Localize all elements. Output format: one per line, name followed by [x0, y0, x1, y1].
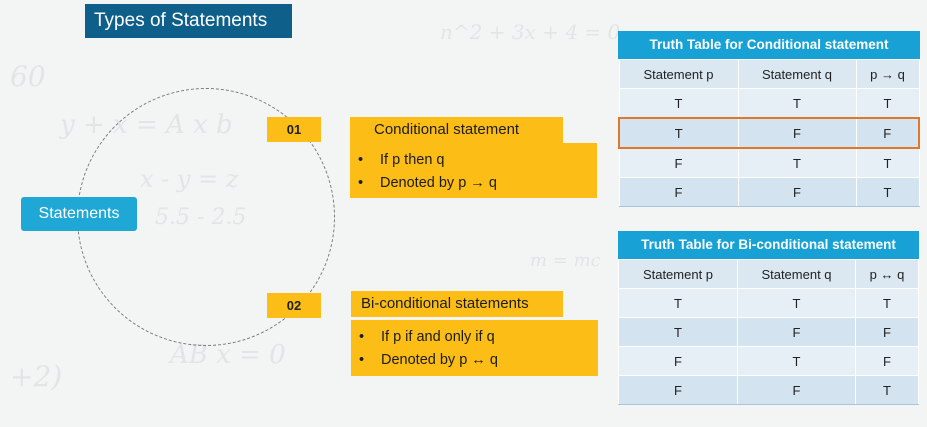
table-row: T F F	[618, 317, 919, 347]
table-cell: T	[737, 346, 856, 376]
table-cell: F	[618, 177, 739, 207]
biconditional-heading: Bi-conditional statements	[351, 291, 563, 317]
highlighted-row: T F F	[618, 117, 920, 149]
table-cell: F	[618, 375, 738, 405]
table-row: F T T	[618, 147, 920, 178]
biconditional-bullets: If p if and only if q Denoted by p ↔ q	[351, 320, 598, 376]
table-title: Truth Table for Conditional statement	[618, 31, 920, 59]
table-cell: T	[855, 88, 920, 119]
table-cell: F	[737, 375, 856, 405]
conditional-heading: Conditional statement	[350, 117, 563, 143]
column-header: Statement p	[618, 259, 738, 289]
table-row: T T T	[618, 288, 919, 318]
table-cell: T	[855, 177, 920, 207]
table-cell: T	[618, 117, 739, 149]
table-cell: T	[855, 147, 920, 178]
table-cell: T	[737, 88, 857, 119]
bullet-item: Denoted by p → q	[358, 172, 597, 195]
table-cell: F	[855, 117, 920, 149]
table-row: T T T	[618, 88, 920, 119]
table-title: Truth Table for Bi-conditional statement	[618, 231, 919, 259]
biconditional-truth-table: Truth Table for Bi-conditional statement…	[618, 231, 919, 405]
table-cell: F	[618, 346, 738, 376]
table-cell: T	[855, 288, 919, 318]
statements-node: Statements	[21, 197, 137, 231]
column-header: Statement p	[618, 59, 739, 89]
table-row: F T F	[618, 346, 919, 376]
table-cell: T	[737, 288, 856, 318]
table-cell: F	[855, 317, 919, 347]
table-cell: T	[618, 317, 738, 347]
table-row: F F T	[618, 177, 920, 207]
conditional-bullets: If p then q Denoted by p → q	[350, 143, 597, 198]
table-cell: F	[618, 147, 739, 178]
column-header: p ↔ q	[855, 259, 919, 289]
column-header: Statement q	[737, 259, 856, 289]
bullet-item: If p then q	[358, 149, 597, 172]
item-number-badge-01: 01	[267, 117, 321, 142]
table-cell: F	[855, 346, 919, 376]
table-row: F F T	[618, 375, 919, 405]
bullet-item: If p if and only if q	[359, 326, 598, 349]
table-cell: T	[737, 147, 857, 178]
table-cell: T	[855, 375, 919, 405]
column-header: p → q	[855, 59, 920, 89]
table-cell: T	[618, 288, 738, 318]
page-title: Types of Statements	[85, 4, 292, 38]
bullet-item: Denoted by p ↔ q	[359, 349, 598, 372]
item-number-badge-02: 02	[267, 293, 321, 318]
table-cell: F	[737, 177, 857, 207]
column-header: Statement q	[737, 59, 857, 89]
table-cell: F	[737, 117, 857, 149]
conditional-truth-table: Truth Table for Conditional statement St…	[618, 31, 920, 207]
table-cell: T	[618, 88, 739, 119]
table-cell: F	[737, 317, 856, 347]
